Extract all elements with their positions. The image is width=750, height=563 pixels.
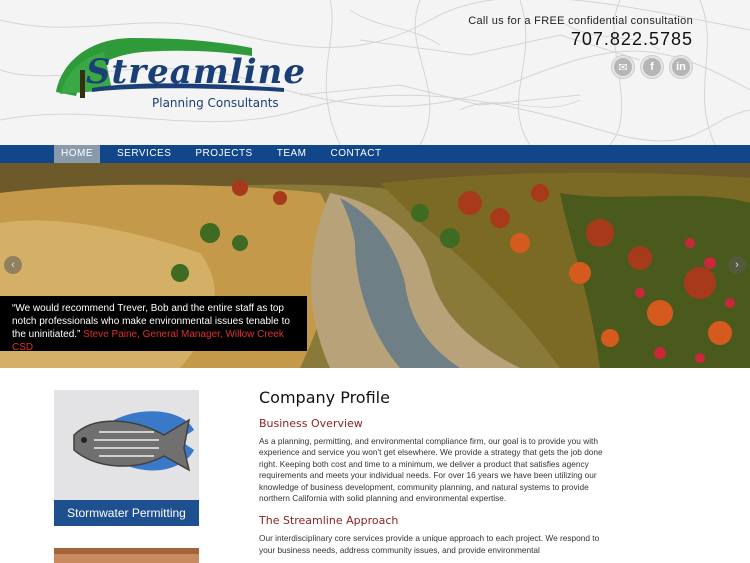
stormwater-card[interactable]: Stormwater Permitting: [54, 390, 199, 536]
slider-prev-button[interactable]: ‹: [4, 256, 22, 274]
overview-paragraph: As a planning, permitting, and environme…: [259, 436, 603, 504]
logo-title: Streamline: [86, 52, 306, 92]
fish-grate-image: [54, 390, 199, 500]
site-header: Streamline Planning Consultants Call us …: [0, 0, 750, 145]
nav-item-services[interactable]: SERVICES: [110, 145, 178, 163]
approach-paragraph: Our interdisciplinary core services prov…: [259, 533, 600, 555]
phone-number[interactable]: 707.822.5785: [571, 29, 693, 50]
hero-slider: ‹ › “We would recommend Trever, Bob and …: [0, 163, 750, 368]
page-title: Company Profile: [259, 388, 390, 407]
roof-image: [54, 548, 199, 554]
slider-next-button[interactable]: ›: [728, 256, 746, 274]
logo-subtitle: Planning Consultants: [152, 96, 279, 110]
email-icon[interactable]: ✉: [612, 56, 634, 78]
second-service-card[interactable]: [54, 548, 199, 563]
nav-item-team[interactable]: TEAM: [270, 145, 314, 163]
main-nav: HOME SERVICES PROJECTS TEAM CONTACT: [0, 145, 750, 163]
nav-item-projects[interactable]: PROJECTS: [188, 145, 259, 163]
facebook-icon[interactable]: f: [641, 56, 663, 78]
social-links: ✉ f in: [612, 56, 692, 78]
section-heading-approach: The Streamline Approach: [259, 514, 399, 528]
nav-item-home[interactable]: HOME: [54, 145, 100, 163]
section-heading-overview: Business Overview: [259, 417, 363, 430]
fish-grate-icon: [73, 411, 194, 472]
testimonial-quote: “We would recommend Trever, Bob and the …: [0, 296, 307, 353]
linkedin-icon[interactable]: in: [670, 56, 692, 78]
stormwater-card-label: Stormwater Permitting: [54, 500, 199, 526]
nav-item-contact[interactable]: CONTACT: [324, 145, 389, 163]
site-logo[interactable]: Streamline Planning Consultants: [52, 30, 305, 120]
main-content: Company Profile Business Overview As a p…: [259, 388, 609, 563]
consultation-text: Call us for a FREE confidential consulta…: [468, 15, 693, 27]
